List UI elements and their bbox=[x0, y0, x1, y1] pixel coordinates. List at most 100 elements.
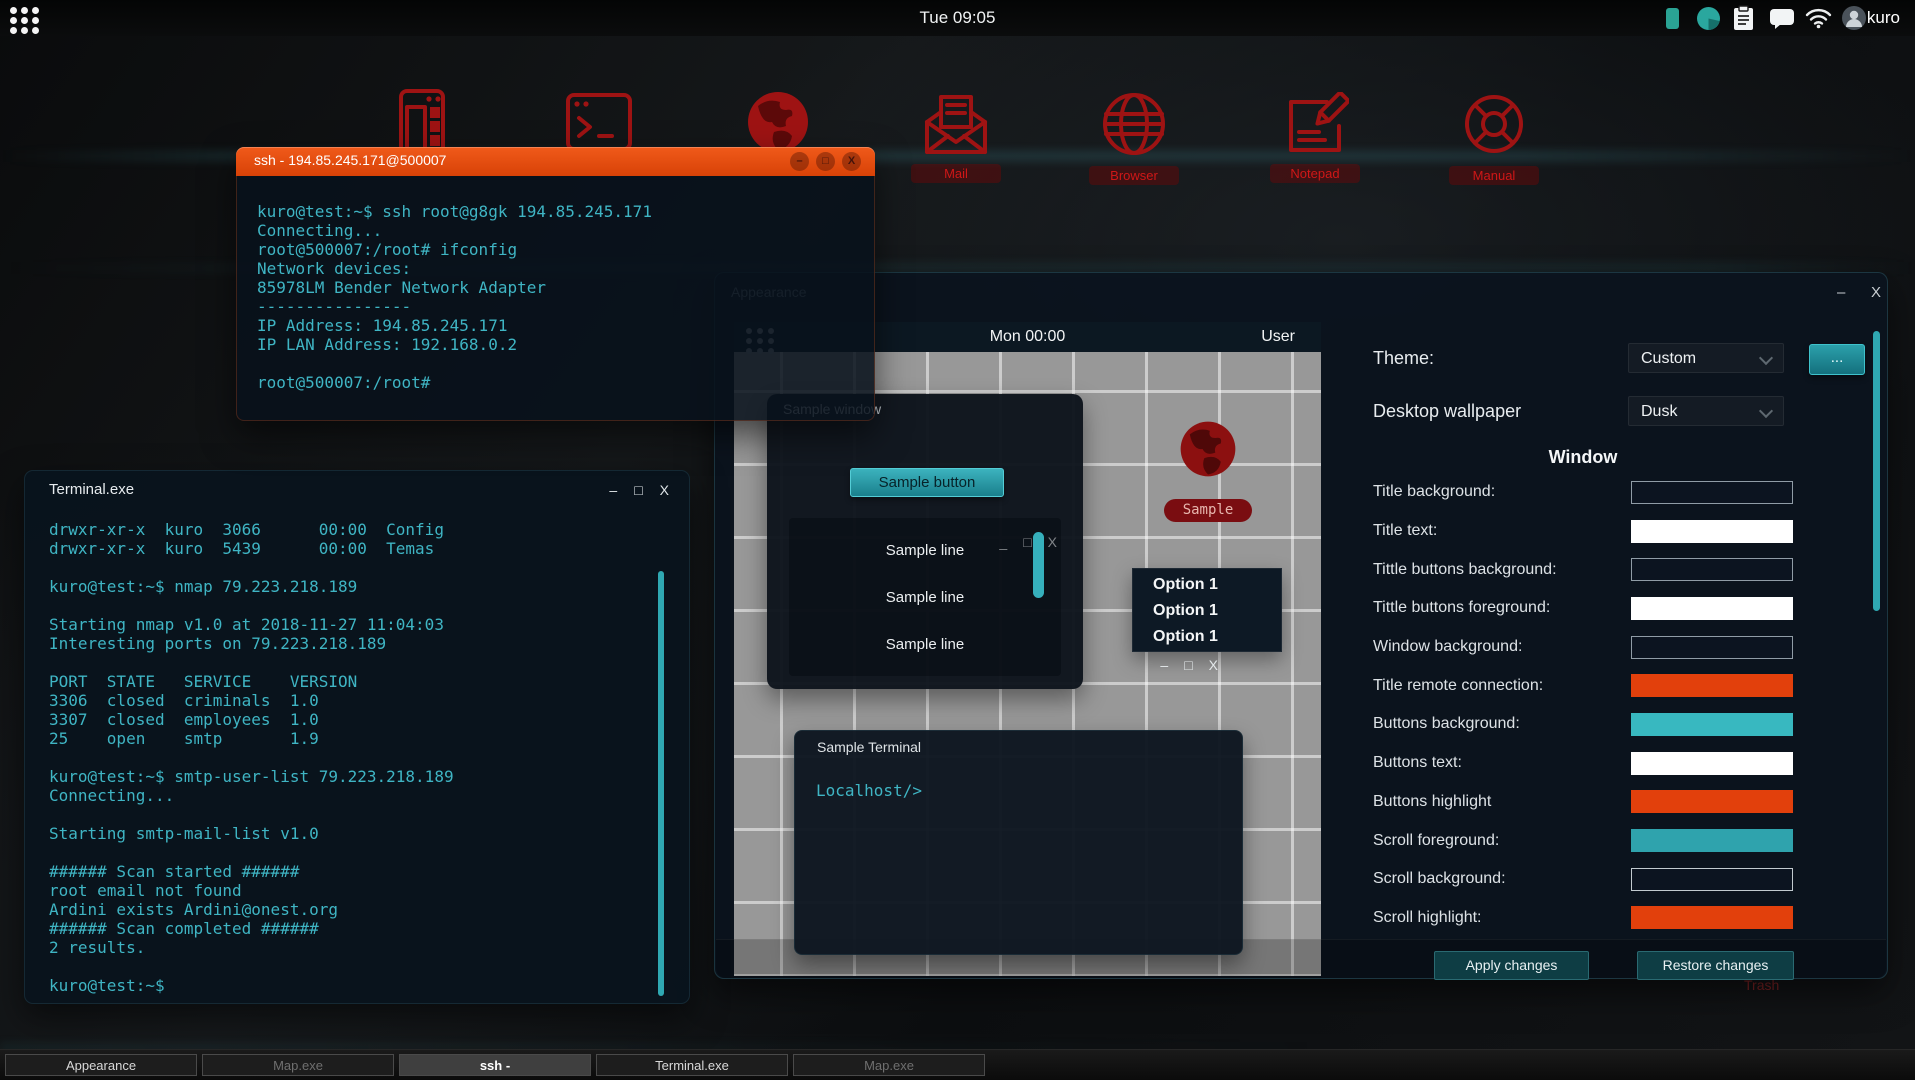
sample-line: Sample line bbox=[789, 589, 1061, 609]
theme-dropdown[interactable]: Custom bbox=[1628, 343, 1784, 373]
desktop-icon-terminal[interactable] bbox=[551, 92, 647, 152]
sample-line: Sample line bbox=[789, 636, 1061, 656]
setting-label: Title background: bbox=[1373, 483, 1495, 501]
color-swatch[interactable] bbox=[1631, 558, 1793, 581]
color-swatch[interactable] bbox=[1631, 674, 1793, 697]
avatar[interactable] bbox=[1842, 6, 1866, 35]
clipboard-icon[interactable] bbox=[1733, 5, 1754, 36]
preview-username: User bbox=[1261, 328, 1295, 346]
apply-changes-button[interactable]: Apply changes bbox=[1434, 951, 1589, 980]
color-swatch[interactable] bbox=[1631, 906, 1793, 929]
chevron-down-icon bbox=[1759, 351, 1773, 365]
taskbar-item-ssh[interactable]: ssh - bbox=[399, 1054, 591, 1076]
maximize-button[interactable]: □ bbox=[816, 152, 835, 171]
setting-label: Buttons text: bbox=[1373, 754, 1462, 772]
setting-row: Scroll background: bbox=[1373, 860, 1793, 899]
maximize-button[interactable]: □ bbox=[634, 482, 642, 498]
mail-icon bbox=[908, 92, 1004, 156]
preview-sample-terminal-title: Sample Terminal bbox=[817, 739, 921, 755]
minimize-icon: – bbox=[1160, 657, 1168, 673]
taskbar-item-map[interactable]: Map.exe bbox=[202, 1054, 394, 1076]
theme-more-button[interactable]: ... bbox=[1809, 344, 1865, 375]
settings-rows: Title background: Title text: Tittle but… bbox=[1373, 473, 1793, 937]
setting-label: Window background: bbox=[1373, 638, 1522, 656]
setting-row: Buttons background: bbox=[1373, 705, 1793, 744]
terminal-output[interactable]: drwxr-xr-x kuro 3066 00:00 Config drwxr-… bbox=[49, 520, 454, 995]
window-title: ssh - 194.85.245.171@500007 bbox=[254, 152, 446, 168]
preview-sample-window: Sample window _ □ X Sample button Sample… bbox=[767, 394, 1083, 689]
setting-label: Scroll highlight: bbox=[1373, 909, 1482, 927]
browser-globe-icon bbox=[1086, 90, 1182, 158]
terminal-icon bbox=[551, 92, 647, 152]
setting-row: Scroll foreground: bbox=[1373, 821, 1793, 860]
taskbar-item-terminal[interactable]: Terminal.exe bbox=[596, 1054, 788, 1076]
terminal-titlebar[interactable]: Terminal.exe – □ X bbox=[25, 471, 689, 509]
setting-label: Title remote connection: bbox=[1373, 677, 1543, 695]
color-swatch[interactable] bbox=[1631, 636, 1793, 659]
color-swatch[interactable] bbox=[1631, 752, 1793, 775]
close-icon: X bbox=[1209, 657, 1218, 673]
preview-scrollbar-thumb bbox=[1033, 532, 1044, 598]
color-swatch[interactable] bbox=[1631, 713, 1793, 736]
chat-icon[interactable] bbox=[1769, 8, 1795, 35]
globe-icon bbox=[730, 88, 826, 156]
setting-label: Scroll foreground: bbox=[1373, 832, 1499, 850]
terminal-scrollbar[interactable] bbox=[658, 571, 664, 996]
close-button[interactable]: X bbox=[1871, 284, 1881, 301]
close-button[interactable]: X bbox=[842, 152, 861, 171]
setting-label: Tittle buttons foreground: bbox=[1373, 599, 1550, 617]
color-swatch[interactable] bbox=[1631, 790, 1793, 813]
preview-sample-icon bbox=[1177, 418, 1239, 485]
taskbar-item-map2[interactable]: Map.exe bbox=[793, 1054, 985, 1076]
theme-label: Theme: bbox=[1373, 348, 1434, 369]
ssh-titlebar[interactable]: ssh - 194.85.245.171@500007 – □ X bbox=[236, 147, 875, 176]
preview-sample-list: Sample line Sample line Sample line bbox=[789, 518, 1061, 676]
setting-row: Tittle buttons background: bbox=[1373, 550, 1793, 589]
desktop-icon-manual[interactable]: Manual bbox=[1446, 90, 1542, 185]
minimize-button[interactable]: – bbox=[790, 152, 809, 171]
battery-icon[interactable] bbox=[1665, 7, 1680, 35]
appearance-scrollbar[interactable] bbox=[1873, 331, 1880, 611]
setting-row: Title remote connection: bbox=[1373, 666, 1793, 705]
icon-label: Browser bbox=[1089, 166, 1179, 185]
preview-terminal-prompt: Localhost/> bbox=[816, 781, 922, 800]
restore-changes-button[interactable]: Restore changes bbox=[1637, 951, 1794, 980]
setting-row: Tittle buttons foreground: bbox=[1373, 589, 1793, 628]
lifebuoy-icon bbox=[1446, 90, 1542, 158]
setting-label: Title text: bbox=[1373, 522, 1437, 540]
setting-label: Tittle buttons background: bbox=[1373, 561, 1557, 579]
minimize-button[interactable]: – bbox=[1837, 284, 1845, 301]
system-topbar: Tue 09:05 bbox=[0, 0, 1915, 36]
ssh-terminal-output: kuro@test:~$ ssh root@g8gk 194.85.245.17… bbox=[257, 202, 652, 392]
ssh-terminal-body[interactable]: kuro@test:~$ ssh root@g8gk 194.85.245.17… bbox=[236, 176, 875, 421]
preview-sample-button: Sample button bbox=[850, 468, 1004, 497]
setting-row: Window background: bbox=[1373, 628, 1793, 667]
setting-row: Title text: bbox=[1373, 512, 1793, 551]
maximize-icon: □ bbox=[1184, 657, 1192, 673]
status-pie-icon[interactable] bbox=[1696, 6, 1721, 36]
setting-label: Buttons background: bbox=[1373, 715, 1520, 733]
taskbar-item-appearance[interactable]: Appearance bbox=[5, 1054, 197, 1076]
desktop-icon-notepad[interactable]: Notepad bbox=[1267, 92, 1363, 183]
wallpaper-dropdown[interactable]: Dusk bbox=[1628, 396, 1784, 426]
minimize-button[interactable]: – bbox=[609, 482, 617, 498]
setting-row: Scroll highlight: bbox=[1373, 899, 1793, 938]
desktop-icon-browser[interactable]: Browser bbox=[1086, 90, 1182, 185]
username-label[interactable]: kuro bbox=[1867, 8, 1900, 28]
close-button[interactable]: X bbox=[660, 482, 669, 498]
desktop-icon-network[interactable] bbox=[730, 88, 826, 156]
preview-context-menu: Option 1 Option 1 Option 1 bbox=[1132, 568, 1282, 652]
setting-row: Buttons text: bbox=[1373, 744, 1793, 783]
taskbar: Appearance Map.exe ssh - Terminal.exe Ma… bbox=[0, 1049, 1915, 1080]
setting-row: Title background: bbox=[1373, 473, 1793, 512]
chevron-down-icon bbox=[1759, 404, 1773, 418]
icon-label: Manual bbox=[1449, 166, 1539, 185]
color-swatch[interactable] bbox=[1631, 597, 1793, 620]
wifi-icon[interactable] bbox=[1805, 8, 1832, 34]
color-swatch[interactable] bbox=[1631, 481, 1793, 504]
color-swatch[interactable] bbox=[1631, 520, 1793, 543]
desktop-icon-mail[interactable]: Mail bbox=[908, 92, 1004, 183]
notepad-pencil-icon bbox=[1267, 92, 1363, 156]
color-swatch[interactable] bbox=[1631, 868, 1793, 891]
color-swatch[interactable] bbox=[1631, 829, 1793, 852]
